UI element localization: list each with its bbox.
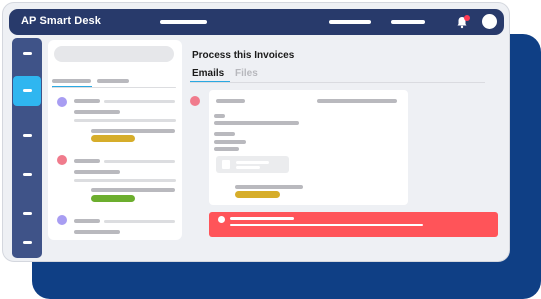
- top-nav-link-3[interactable]: [391, 20, 425, 24]
- app-title: AP Smart Desk: [21, 15, 101, 27]
- item-line: [74, 110, 120, 114]
- notification-dot: [464, 15, 470, 21]
- alert-banner[interactable]: [209, 212, 498, 237]
- sidebar-item-6[interactable]: [12, 228, 42, 258]
- email-line: [214, 132, 235, 136]
- sidebar-item-2[interactable]: [13, 76, 41, 106]
- sender-avatar-dot: [190, 96, 200, 106]
- tab-files[interactable]: Files: [235, 68, 258, 79]
- list-tab-2[interactable]: [97, 79, 129, 83]
- email-preview[interactable]: [209, 90, 408, 205]
- menu-icon: [23, 134, 32, 137]
- item-line: [74, 179, 176, 182]
- invoice-badge: [235, 191, 280, 198]
- attachment-line: [236, 166, 260, 169]
- alert-line: [230, 217, 294, 220]
- item-line: [74, 99, 100, 103]
- item-line: [91, 188, 175, 192]
- menu-icon: [23, 212, 32, 215]
- item-line: [104, 100, 175, 103]
- email-line: [214, 114, 225, 118]
- app-window: AP Smart Desk Process this Invoices Emai…: [2, 2, 510, 262]
- item-line: [104, 160, 175, 163]
- item-line: [74, 219, 100, 223]
- item-line: [74, 230, 120, 234]
- title-bar: AP Smart Desk: [9, 9, 504, 35]
- menu-icon: [23, 241, 32, 244]
- alert-line: [230, 224, 423, 226]
- item-line: [74, 170, 120, 174]
- list-tab-1[interactable]: [52, 79, 91, 83]
- item-line: [91, 129, 175, 133]
- status-dot: [57, 97, 67, 107]
- status-dot: [57, 155, 67, 165]
- status-dot: [57, 215, 67, 225]
- email-line: [214, 147, 239, 151]
- email-line: [214, 140, 246, 144]
- attachment-chip[interactable]: [216, 156, 289, 173]
- page-title: Process this Invoices: [192, 50, 295, 61]
- sidebar-item-4[interactable]: [12, 160, 42, 190]
- item-line: [104, 220, 175, 223]
- file-icon: [222, 160, 230, 169]
- attachment-line: [236, 161, 269, 164]
- top-nav-link-1[interactable]: [160, 20, 207, 24]
- search-input[interactable]: [54, 46, 174, 62]
- top-nav-link-2[interactable]: [329, 20, 371, 24]
- email-sender: [216, 99, 245, 103]
- invoice-list-panel: [48, 40, 182, 240]
- email-line: [235, 185, 303, 189]
- list-divider: [52, 87, 176, 88]
- status-badge: [91, 195, 135, 202]
- menu-icon: [23, 173, 32, 176]
- email-line: [214, 121, 299, 125]
- sidebar-item-3[interactable]: [12, 121, 42, 151]
- sidebar: [12, 38, 42, 258]
- alert-icon: [218, 216, 225, 223]
- email-date: [317, 99, 397, 103]
- user-avatar[interactable]: [482, 14, 497, 29]
- sidebar-item-5[interactable]: [12, 199, 42, 229]
- bell-icon[interactable]: [455, 15, 470, 29]
- item-line: [74, 159, 100, 163]
- status-badge: [91, 135, 135, 142]
- menu-icon: [23, 89, 32, 92]
- tab-emails[interactable]: Emails: [192, 68, 224, 79]
- tabs-divider: [190, 82, 485, 83]
- sidebar-item-1[interactable]: [12, 39, 42, 69]
- menu-icon: [23, 52, 32, 55]
- item-line: [74, 119, 176, 122]
